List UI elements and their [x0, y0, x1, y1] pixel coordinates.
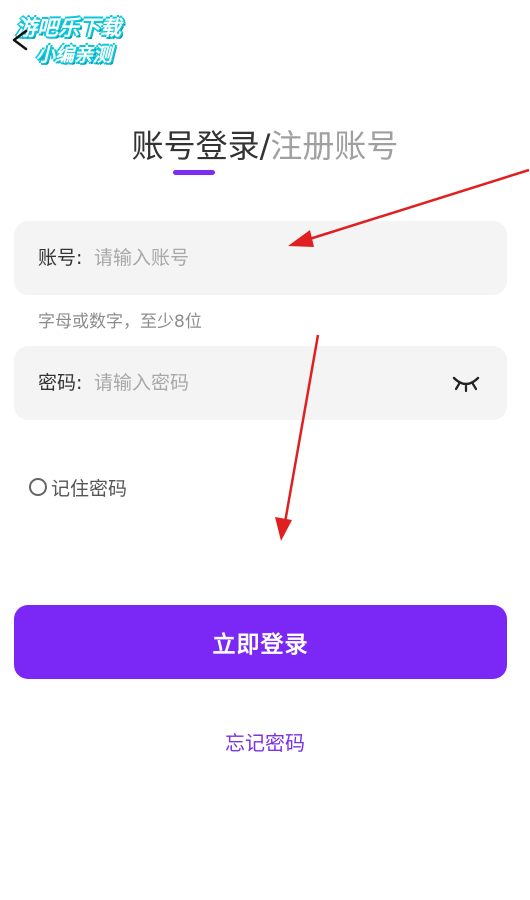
watermark-line2: 小编亲测 [36, 44, 113, 66]
account-hint: 字母或数字，至少8位 [38, 312, 202, 332]
login-button[interactable]: 立即登录 [14, 605, 507, 679]
watermark-logo: 游吧乐下载 小编亲测 [14, 6, 149, 66]
password-input[interactable] [94, 366, 434, 400]
back-button[interactable] [10, 28, 34, 52]
tab-separator: / [259, 127, 271, 165]
back-arrow-icon [12, 29, 28, 51]
eye-closed-icon [452, 376, 480, 393]
password-visibility-toggle[interactable] [452, 370, 480, 394]
remember-label: 记住密码 [51, 477, 128, 500]
login-tabs: 账号登录/注册账号 [0, 126, 530, 166]
tab-account-login[interactable]: 账号登录 [132, 127, 260, 165]
active-tab-indicator [173, 170, 215, 175]
account-field: 账号: [14, 221, 507, 295]
password-field: 密码: [14, 346, 507, 420]
account-input[interactable] [94, 241, 434, 275]
forgot-password-link[interactable]: 忘记密码 [225, 731, 305, 755]
password-label: 密码: [38, 372, 83, 394]
account-label: 账号: [38, 247, 83, 269]
remember-radio-icon[interactable] [29, 478, 47, 496]
remember-password-option[interactable]: 记住密码 [29, 474, 127, 500]
forgot-password-row: 忘记密码 [0, 727, 530, 756]
tab-register[interactable]: 注册账号 [270, 127, 398, 165]
